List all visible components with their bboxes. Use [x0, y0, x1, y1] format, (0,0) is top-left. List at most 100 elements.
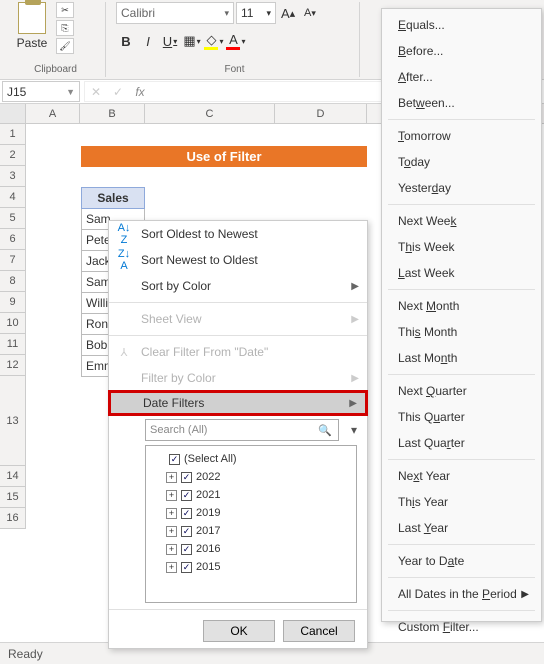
select-all-cells[interactable] — [0, 104, 26, 123]
paste-button[interactable]: Paste — [12, 2, 52, 50]
separator — [109, 302, 367, 303]
filter-next-week[interactable]: Next Week — [382, 208, 541, 234]
status-text: Ready — [8, 647, 43, 661]
shrink-font-button[interactable]: A▾ — [300, 2, 320, 24]
underline-button[interactable]: U▾ — [160, 30, 180, 52]
filter-custom[interactable]: Custom Filter... — [382, 614, 541, 640]
chevron-right-icon: ▶ — [351, 281, 359, 292]
row-header[interactable]: 8 — [0, 271, 25, 292]
filter-this-quarter[interactable]: This Quarter — [382, 404, 541, 430]
cancel-formula-icon[interactable]: ✕ — [85, 85, 107, 99]
row-header[interactable]: 11 — [0, 334, 25, 355]
filter-by-color: Filter by Color▶ — [109, 365, 367, 391]
bold-button[interactable]: B — [116, 30, 136, 52]
sort-by-color[interactable]: Sort by Color▶ — [109, 273, 367, 299]
ribbon-group-font: Calibri▾ 11▾ A▴ A▾ B I U▾ ▦▾ ◇▾ A▾ Font — [110, 2, 360, 77]
font-color-button[interactable]: A▾ — [226, 30, 246, 52]
row-header[interactable]: 16 — [0, 508, 25, 529]
separator — [388, 544, 535, 545]
row-header[interactable]: 7 — [0, 250, 25, 271]
filter-this-year[interactable]: This Year — [382, 489, 541, 515]
sort-newest-to-oldest[interactable]: Z↓A Sort Newest to Oldest — [109, 247, 367, 273]
tree-item-year[interactable]: +✓2021 — [150, 486, 352, 504]
filter-before[interactable]: Before... — [382, 38, 541, 64]
filter-last-quarter[interactable]: Last Quarter — [382, 430, 541, 456]
filter-yesterday[interactable]: Yesterday — [382, 175, 541, 201]
separator — [388, 204, 535, 205]
separator — [388, 119, 535, 120]
row-header[interactable]: 13 — [0, 376, 25, 466]
filter-next-month[interactable]: Next Month — [382, 293, 541, 319]
tree-item-year[interactable]: +✓2019 — [150, 504, 352, 522]
row-header[interactable]: 15 — [0, 487, 25, 508]
row-headers: 1 2 3 4 5 6 7 8 9 10 11 12 13 14 15 16 — [0, 124, 26, 529]
filter-today[interactable]: Today — [382, 149, 541, 175]
filter-last-year[interactable]: Last Year — [382, 515, 541, 541]
filter-last-month[interactable]: Last Month — [382, 345, 541, 371]
tree-item-year[interactable]: +✓2022 — [150, 468, 352, 486]
row-header[interactable]: 9 — [0, 292, 25, 313]
col-header-a[interactable]: A — [26, 104, 80, 124]
chevron-right-icon: ▶ — [349, 398, 357, 409]
filter-this-month[interactable]: This Month — [382, 319, 541, 345]
tree-item-year[interactable]: +✓2015 — [150, 558, 352, 576]
checkbox-icon[interactable]: ✓ — [169, 454, 180, 465]
sort-oldest-to-newest[interactable]: A↓Z Sort Oldest to Newest — [109, 221, 367, 247]
italic-button[interactable]: I — [138, 30, 158, 52]
paste-label: Paste — [17, 36, 48, 50]
copy-button[interactable]: ⎘ — [56, 20, 74, 36]
chevron-right-icon: ▶ — [521, 589, 529, 600]
row-header[interactable]: 5 — [0, 208, 25, 229]
cut-button[interactable]: ✂ — [56, 2, 74, 18]
filter-search-input[interactable]: Search (All)🔍 — [145, 419, 339, 441]
fx-icon[interactable]: fx — [129, 85, 151, 99]
filter-between[interactable]: Between... — [382, 90, 541, 116]
filter-context-menu: A↓Z Sort Oldest to Newest Z↓A Sort Newes… — [108, 220, 368, 649]
cancel-button[interactable]: Cancel — [283, 620, 355, 642]
search-dropdown-icon[interactable]: ▾ — [349, 423, 357, 437]
date-filters-submenu: Equals... Before... After... Between... … — [381, 8, 542, 622]
filter-last-week[interactable]: Last Week — [382, 260, 541, 286]
row-header[interactable]: 2 — [0, 145, 25, 166]
header-cell-sales[interactable]: Sales — [81, 187, 145, 209]
separator — [388, 289, 535, 290]
format-painter-button[interactable]: 🖌 — [56, 38, 74, 54]
filter-equals[interactable]: Equals... — [382, 12, 541, 38]
col-header-b[interactable]: B — [80, 104, 145, 124]
row-header[interactable]: 12 — [0, 355, 25, 376]
fill-color-button[interactable]: ◇▾ — [204, 30, 224, 52]
border-button[interactable]: ▦▾ — [182, 30, 202, 52]
title-cell[interactable]: Use of Filter — [81, 146, 367, 167]
sort-desc-icon: Z↓A — [115, 248, 133, 272]
font-group-label: Font — [116, 64, 353, 75]
tree-item-year[interactable]: +✓2017 — [150, 522, 352, 540]
row-header[interactable]: 10 — [0, 313, 25, 334]
filter-next-year[interactable]: Next Year — [382, 463, 541, 489]
row-header[interactable]: 6 — [0, 229, 25, 250]
font-size-select[interactable]: 11▾ — [236, 2, 276, 24]
filter-values-tree[interactable]: ✓(Select All) +✓2022 +✓2021 +✓2019 +✓201… — [145, 445, 357, 603]
grow-font-button[interactable]: A▴ — [278, 2, 298, 24]
expand-icon[interactable]: + — [166, 472, 177, 483]
filter-tomorrow[interactable]: Tomorrow — [382, 123, 541, 149]
filter-next-quarter[interactable]: Next Quarter — [382, 378, 541, 404]
row-header[interactable]: 14 — [0, 466, 25, 487]
separator — [388, 577, 535, 578]
name-box[interactable]: J15▼ — [2, 81, 80, 102]
enter-formula-icon[interactable]: ✓ — [107, 85, 129, 99]
ok-button[interactable]: OK — [203, 620, 275, 642]
font-family-select[interactable]: Calibri▾ — [116, 2, 234, 24]
tree-item-select-all[interactable]: ✓(Select All) — [150, 450, 352, 468]
col-header-c[interactable]: C — [145, 104, 275, 124]
filter-after[interactable]: After... — [382, 64, 541, 90]
filter-all-dates-period[interactable]: All Dates in the Period▶ — [382, 581, 541, 607]
row-header[interactable]: 1 — [0, 124, 25, 145]
date-filters[interactable]: Date Filters▶ — [108, 390, 368, 416]
sort-asc-icon: A↓Z — [115, 222, 133, 246]
filter-this-week[interactable]: This Week — [382, 234, 541, 260]
tree-item-year[interactable]: +✓2016 — [150, 540, 352, 558]
filter-year-to-date[interactable]: Year to Date — [382, 548, 541, 574]
col-header-d[interactable]: D — [275, 104, 367, 124]
row-header[interactable]: 3 — [0, 166, 25, 187]
row-header[interactable]: 4 — [0, 187, 25, 208]
